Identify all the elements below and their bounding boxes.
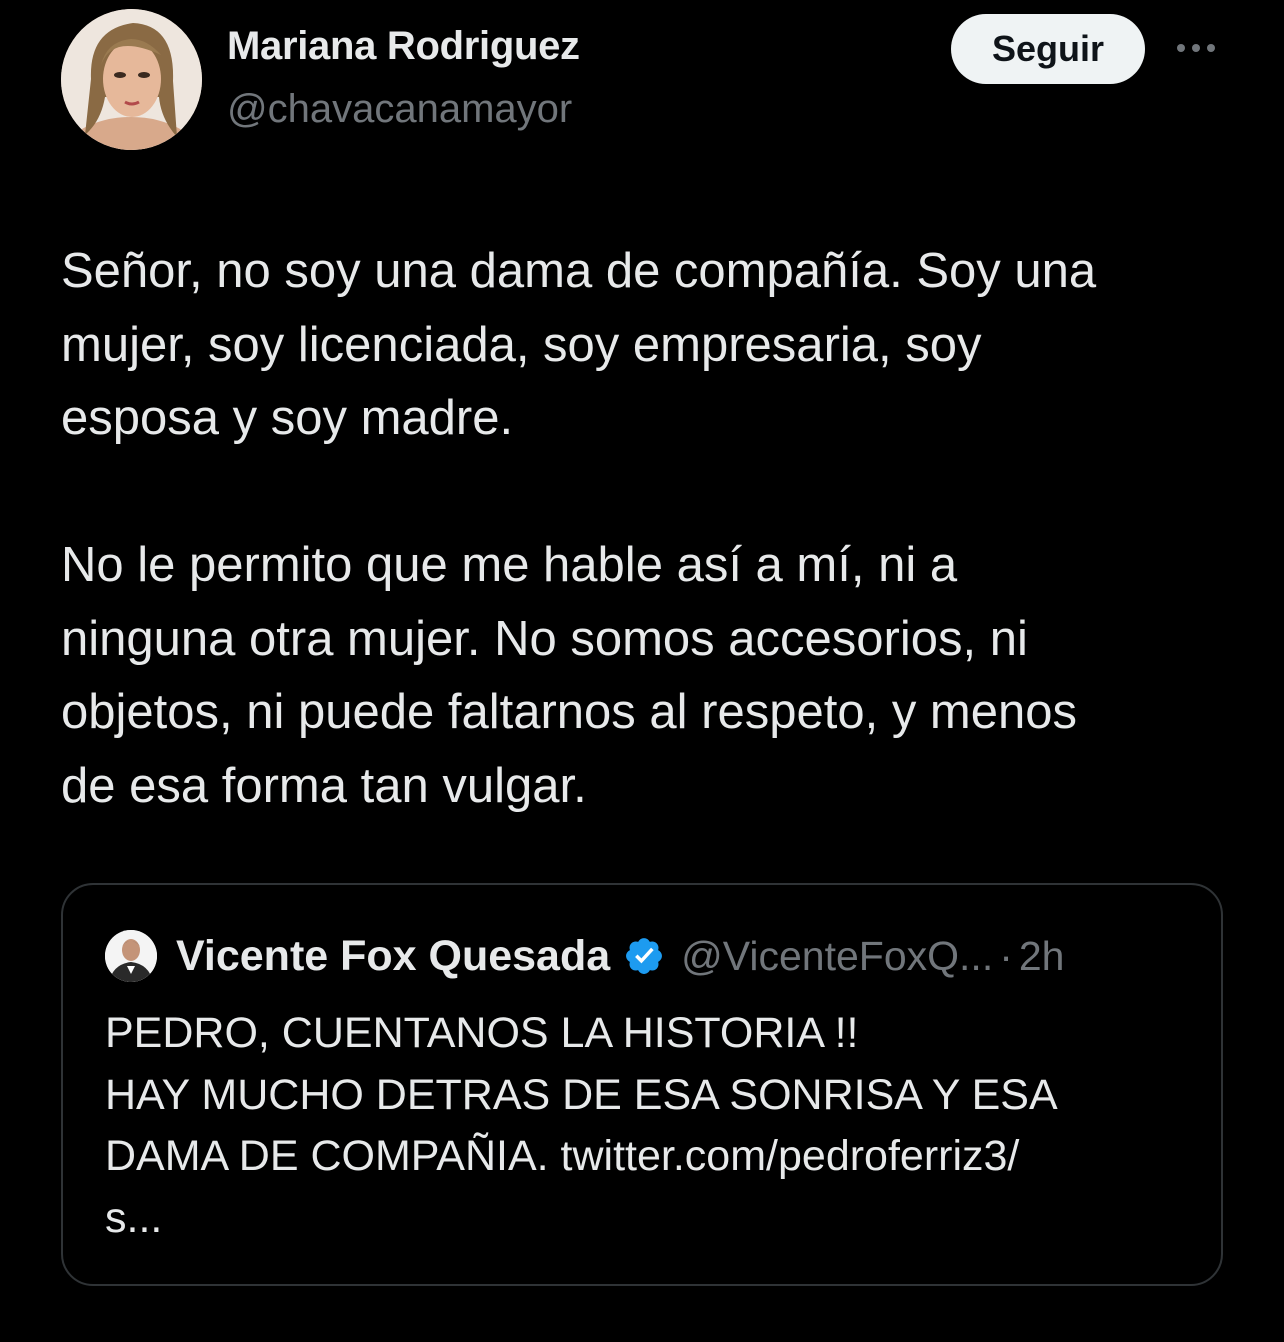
tweet-paragraph: No le permito que me hable así a mí, ni … — [61, 538, 1078, 813]
avatar-photo — [61, 9, 202, 150]
quoted-author-name[interactable]: Vicente Fox Quesada — [176, 932, 610, 981]
more-options-button[interactable] — [1172, 36, 1220, 60]
more-horizontal-icon — [1177, 44, 1215, 52]
author-avatar[interactable] — [61, 9, 202, 150]
separator-dot: · — [999, 932, 1013, 979]
follow-button[interactable]: Seguir — [951, 14, 1145, 84]
quoted-author-handle[interactable]: @VicenteFoxQ... — [681, 933, 993, 980]
quoted-tweet-text: PEDRO, CUENTANOS LA HISTORIA !! HAY MUCH… — [105, 1009, 1058, 1242]
quoted-author-avatar — [105, 930, 157, 982]
author-handle[interactable]: @chavacanamayor — [227, 87, 572, 132]
tweet-text: Señor, no soy una dama de compañía. Soy … — [61, 235, 1231, 823]
verified-badge-icon — [623, 935, 665, 977]
quoted-tweet-time[interactable]: 2h — [1019, 933, 1065, 980]
author-name[interactable]: Mariana Rodriguez — [227, 24, 580, 69]
tweet-paragraph: Señor, no soy una dama de compañía. Soy … — [61, 244, 1097, 445]
quoted-avatar-photo — [105, 930, 157, 982]
quoted-tweet-header: Vicente Fox Quesada @VicenteFoxQ... · 2h — [176, 928, 1064, 984]
quoted-tweet-card[interactable]: Vicente Fox Quesada @VicenteFoxQ... · 2h… — [61, 883, 1223, 1286]
